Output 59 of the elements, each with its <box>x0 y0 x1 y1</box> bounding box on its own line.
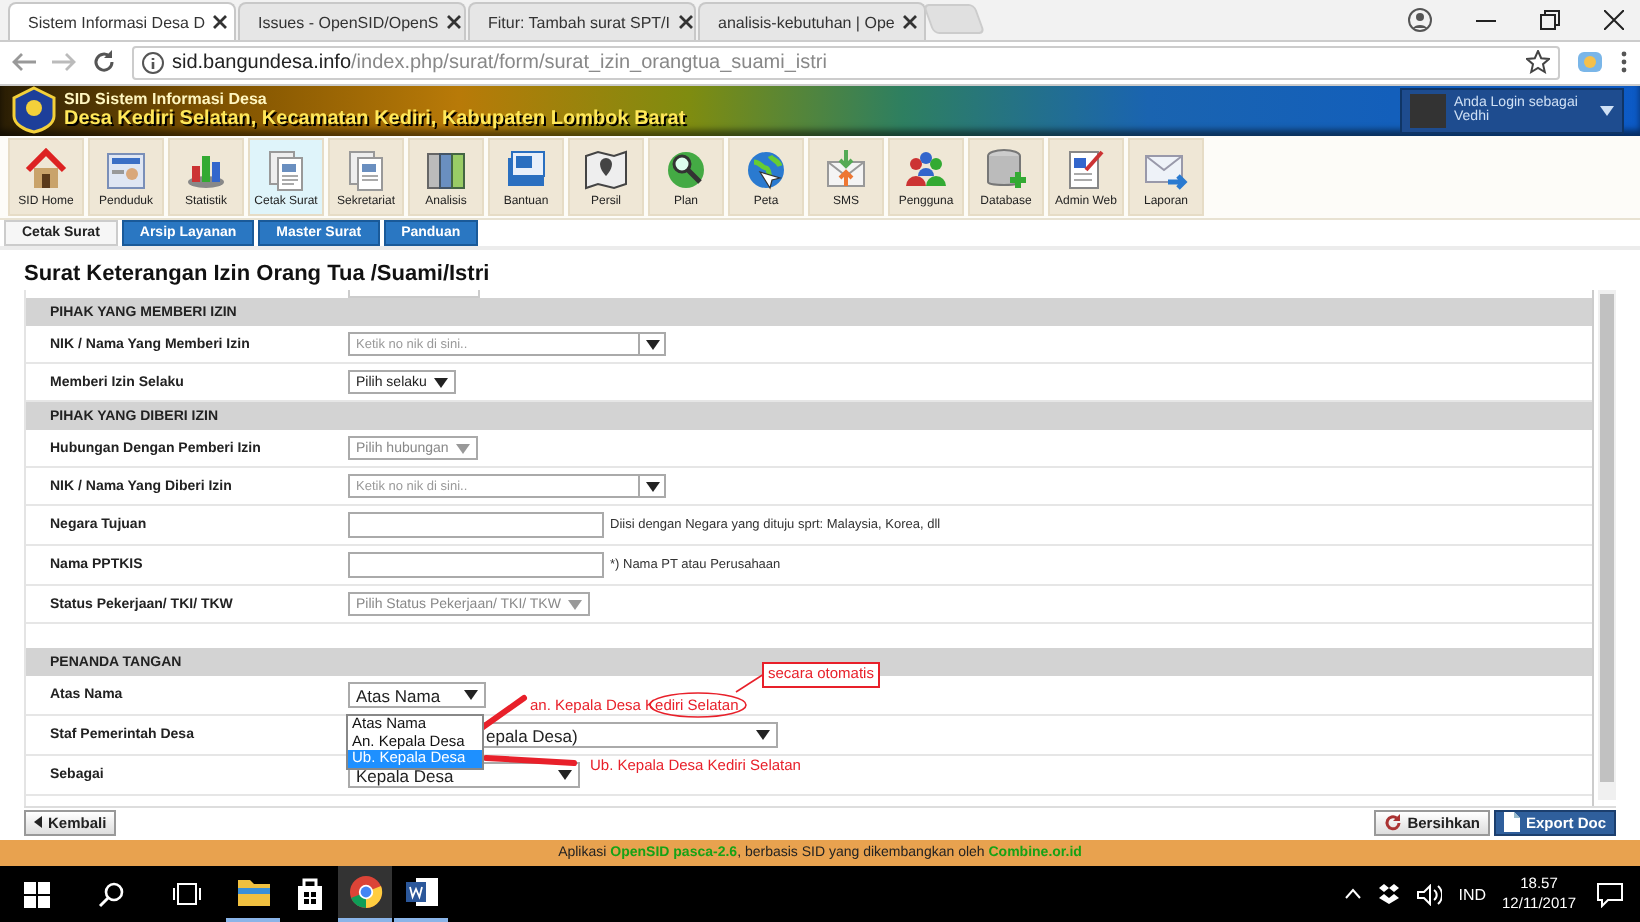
url-path: /index.php/surat/form/surat_izin_orangtua_suami_istri <box>351 51 827 74</box>
caret-icon <box>568 599 583 610</box>
speaker-icon[interactable] <box>1416 883 1443 905</box>
caret-icon <box>558 770 572 781</box>
browser-tab[interactable]: Issues - OpenSID/OpenS <box>238 2 466 41</box>
search-icon[interactable] <box>98 881 124 907</box>
caret-icon <box>645 481 659 492</box>
caret-left-icon <box>34 816 42 829</box>
dropdown-button[interactable] <box>640 474 666 499</box>
address-field[interactable]: sid.bangundesa.info/index.php/surat/form/surat_izin_orangtua_suami_istri <box>132 45 1560 80</box>
back-arrow-icon[interactable] <box>12 52 36 73</box>
caret-icon <box>434 377 449 388</box>
dropdown-button[interactable] <box>640 332 666 357</box>
browser-tab[interactable]: analisis-kebutuhan | Ope <box>698 2 926 41</box>
select-field[interactable]: Atas Nama <box>348 682 486 709</box>
chevron-up-icon[interactable] <box>1344 888 1363 900</box>
app-name: SID Sistem Informasi Desa <box>64 90 269 109</box>
database-add-icon <box>982 145 1030 194</box>
caret-icon <box>645 339 659 350</box>
close-icon[interactable] <box>678 14 694 31</box>
caret-icon <box>464 690 478 701</box>
language-indicator[interactable]: IND <box>1458 885 1487 903</box>
folder-icon <box>235 874 271 910</box>
close-icon[interactable] <box>446 14 463 31</box>
caret-icon <box>456 443 471 454</box>
caret-icon <box>756 730 770 741</box>
scrollbar-thumb[interactable] <box>1600 294 1614 783</box>
box-icon[interactable] <box>1378 884 1401 904</box>
taskbar-app-button[interactable] <box>338 866 392 922</box>
scrollbar[interactable] <box>1598 290 1616 801</box>
document-icon <box>1503 812 1520 833</box>
map-pin-icon <box>582 145 630 194</box>
task-view-icon[interactable] <box>172 882 202 906</box>
close-icon[interactable] <box>212 14 229 31</box>
close-icon[interactable] <box>902 14 919 31</box>
windows-logo-icon[interactable] <box>24 881 50 907</box>
refresh-icon <box>1383 813 1402 832</box>
caret-icon <box>1600 105 1614 116</box>
text-input-field[interactable] <box>348 552 604 579</box>
house-icon <box>22 145 70 194</box>
url-host: sid.bangundesa.info <box>172 51 352 74</box>
notification-icon[interactable] <box>1596 881 1624 907</box>
chrome-icon <box>347 874 383 910</box>
page-title: Surat Keterangan Izin Orang Tua /Suami/Istri <box>24 262 492 287</box>
browser-tab[interactable]: Fitur: Tambah surat SPT/I <box>468 2 696 41</box>
star-icon[interactable] <box>1526 50 1550 75</box>
word-document-icon <box>403 874 439 910</box>
restore-icon[interactable] <box>1540 10 1560 31</box>
leader-line <box>735 673 765 693</box>
menu-icon[interactable] <box>1620 50 1628 75</box>
profile-icon[interactable] <box>1408 8 1432 33</box>
info-icon <box>142 51 164 74</box>
text-input-field[interactable] <box>348 512 604 539</box>
village-name: Desa Kediri Selatan, Kecamatan Kediri, Kabupaten Lombok Barat <box>64 108 686 131</box>
close-icon[interactable] <box>1604 10 1624 31</box>
avatar-placeholder <box>1410 93 1446 128</box>
emblem-icon <box>12 86 56 135</box>
reload-icon[interactable] <box>92 50 116 75</box>
browser-tab[interactable]: Sistem Informasi Desa D <box>8 2 236 41</box>
